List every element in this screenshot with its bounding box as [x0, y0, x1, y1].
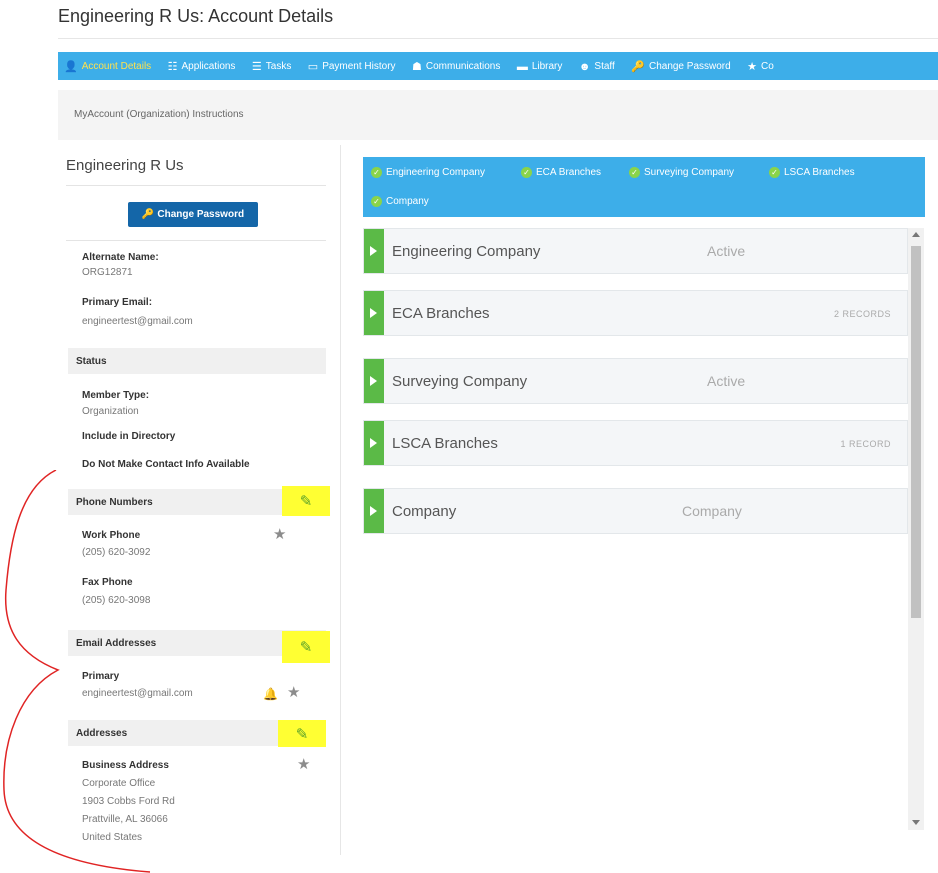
list-icon: ☰ [251, 60, 262, 73]
panel-status: Company [682, 503, 742, 519]
check-icon: ✓ [371, 167, 382, 178]
divider [66, 240, 326, 241]
nav-applications[interactable]: ☷ Applications [162, 52, 242, 80]
check-icon: ✓ [629, 167, 640, 178]
scrollbar-thumb[interactable] [911, 246, 921, 618]
panel-lsca-branches[interactable]: LSCA Branches 1 RECORD [363, 420, 908, 466]
panel-scrollbar[interactable] [908, 228, 924, 830]
star-icon[interactable]: ★ [287, 683, 300, 701]
red-annotation-bracket [3, 470, 151, 873]
status-section-header: Status [68, 348, 326, 374]
expand-arrow-icon[interactable] [364, 489, 384, 533]
panel-record-count: 1 RECORD [840, 439, 891, 449]
expand-arrow-icon[interactable] [364, 421, 384, 465]
change-password-button[interactable]: 🔑 Change Password [128, 202, 258, 227]
tag-surveying-company[interactable]: ✓ Surveying Company [629, 167, 734, 178]
scroll-down-icon[interactable] [912, 820, 920, 825]
member-type-value: Organization [82, 406, 139, 417]
list-icon: ☷ [167, 60, 178, 73]
star-icon[interactable]: ★ [297, 755, 310, 773]
bullhorn-icon: ☗ [412, 60, 422, 73]
member-type-label: Member Type: [82, 390, 150, 401]
instructions-label: MyAccount (Organization) Instructions [74, 109, 244, 120]
panel-company[interactable]: Company Company [363, 488, 908, 534]
expand-arrow-icon[interactable] [364, 291, 384, 335]
edit-phones-icon[interactable]: ✎ [282, 486, 330, 516]
bell-icon[interactable]: 🔔 [263, 687, 278, 701]
key-icon: 🔑 [631, 60, 645, 73]
alternate-name-value: ORG12871 [82, 267, 133, 278]
panel-eca-branches[interactable]: ECA Branches 2 RECORDS [363, 290, 908, 336]
include-directory-label: Include in Directory [82, 431, 176, 442]
check-icon: ✓ [521, 167, 532, 178]
nav-tasks[interactable]: ☰ Tasks [246, 52, 297, 80]
divider [66, 185, 326, 186]
record-tags-bar: ✓ Engineering Company ✓ ECA Branches ✓ Surv… [363, 157, 925, 217]
panel-record-count: 2 RECORDS [833, 309, 891, 319]
panel-status: Active [707, 373, 746, 389]
tag-eca-branches[interactable]: ✓ ECA Branches [521, 167, 601, 178]
tag-engineering-company[interactable]: ✓ Engineering Company [371, 167, 485, 178]
edit-addresses-icon[interactable]: ✎ [278, 720, 326, 747]
nav-change-password[interactable]: 🔑 Change Password [625, 52, 736, 80]
panel-surveying-company[interactable]: Surveying Company Active [363, 358, 908, 404]
alternate-name-label: Alternate Name: [82, 252, 159, 263]
nav-library[interactable]: ▬ Library [511, 53, 569, 81]
user-icon: 👤 [64, 60, 78, 73]
nav-co[interactable]: ★ Co [741, 52, 780, 80]
expand-arrow-icon[interactable] [364, 229, 384, 273]
key-icon: 🔑 [141, 209, 155, 220]
star-icon: ★ [747, 60, 758, 73]
title-divider [58, 38, 938, 39]
org-name: Engineering R Us [66, 157, 184, 174]
check-icon: ✓ [769, 167, 780, 178]
primary-email-value: engineertest@gmail.com [82, 316, 193, 327]
nav-communications[interactable]: ☗ Communications [406, 52, 506, 80]
users-icon: ☻ [578, 60, 591, 73]
nav-account-details[interactable]: 👤 Account Details [58, 52, 157, 80]
money-icon: ▭ [307, 60, 319, 73]
check-icon: ✓ [371, 196, 382, 207]
nav-staff[interactable]: ☻ Staff [573, 53, 621, 81]
panel-engineering-company[interactable]: Engineering Company Active [363, 228, 908, 274]
top-nav: 👤 Account Details ☷ Applications ☰ Tasks ▭ P… [58, 52, 938, 80]
scroll-up-icon[interactable] [912, 232, 920, 237]
panel-status: Active [707, 243, 746, 259]
primary-email-label: Primary Email: [82, 297, 153, 308]
tag-lsca-branches[interactable]: ✓ LSCA Branches [769, 167, 855, 178]
nav-payment-history[interactable]: ▭ Payment History [302, 52, 402, 80]
expand-arrow-icon[interactable] [364, 359, 384, 403]
instructions-bar[interactable]: MyAccount (Organization) Instructions [58, 90, 938, 140]
folder-icon: ▬ [516, 60, 528, 73]
no-contact-label: Do Not Make Contact Info Available [82, 459, 250, 470]
page-title: Engineering R Us: Account Details [58, 6, 334, 26]
tag-company[interactable]: ✓ Company [371, 196, 429, 207]
edit-emails-icon[interactable]: ✎ [282, 631, 330, 663]
star-icon[interactable]: ★ [273, 525, 286, 543]
